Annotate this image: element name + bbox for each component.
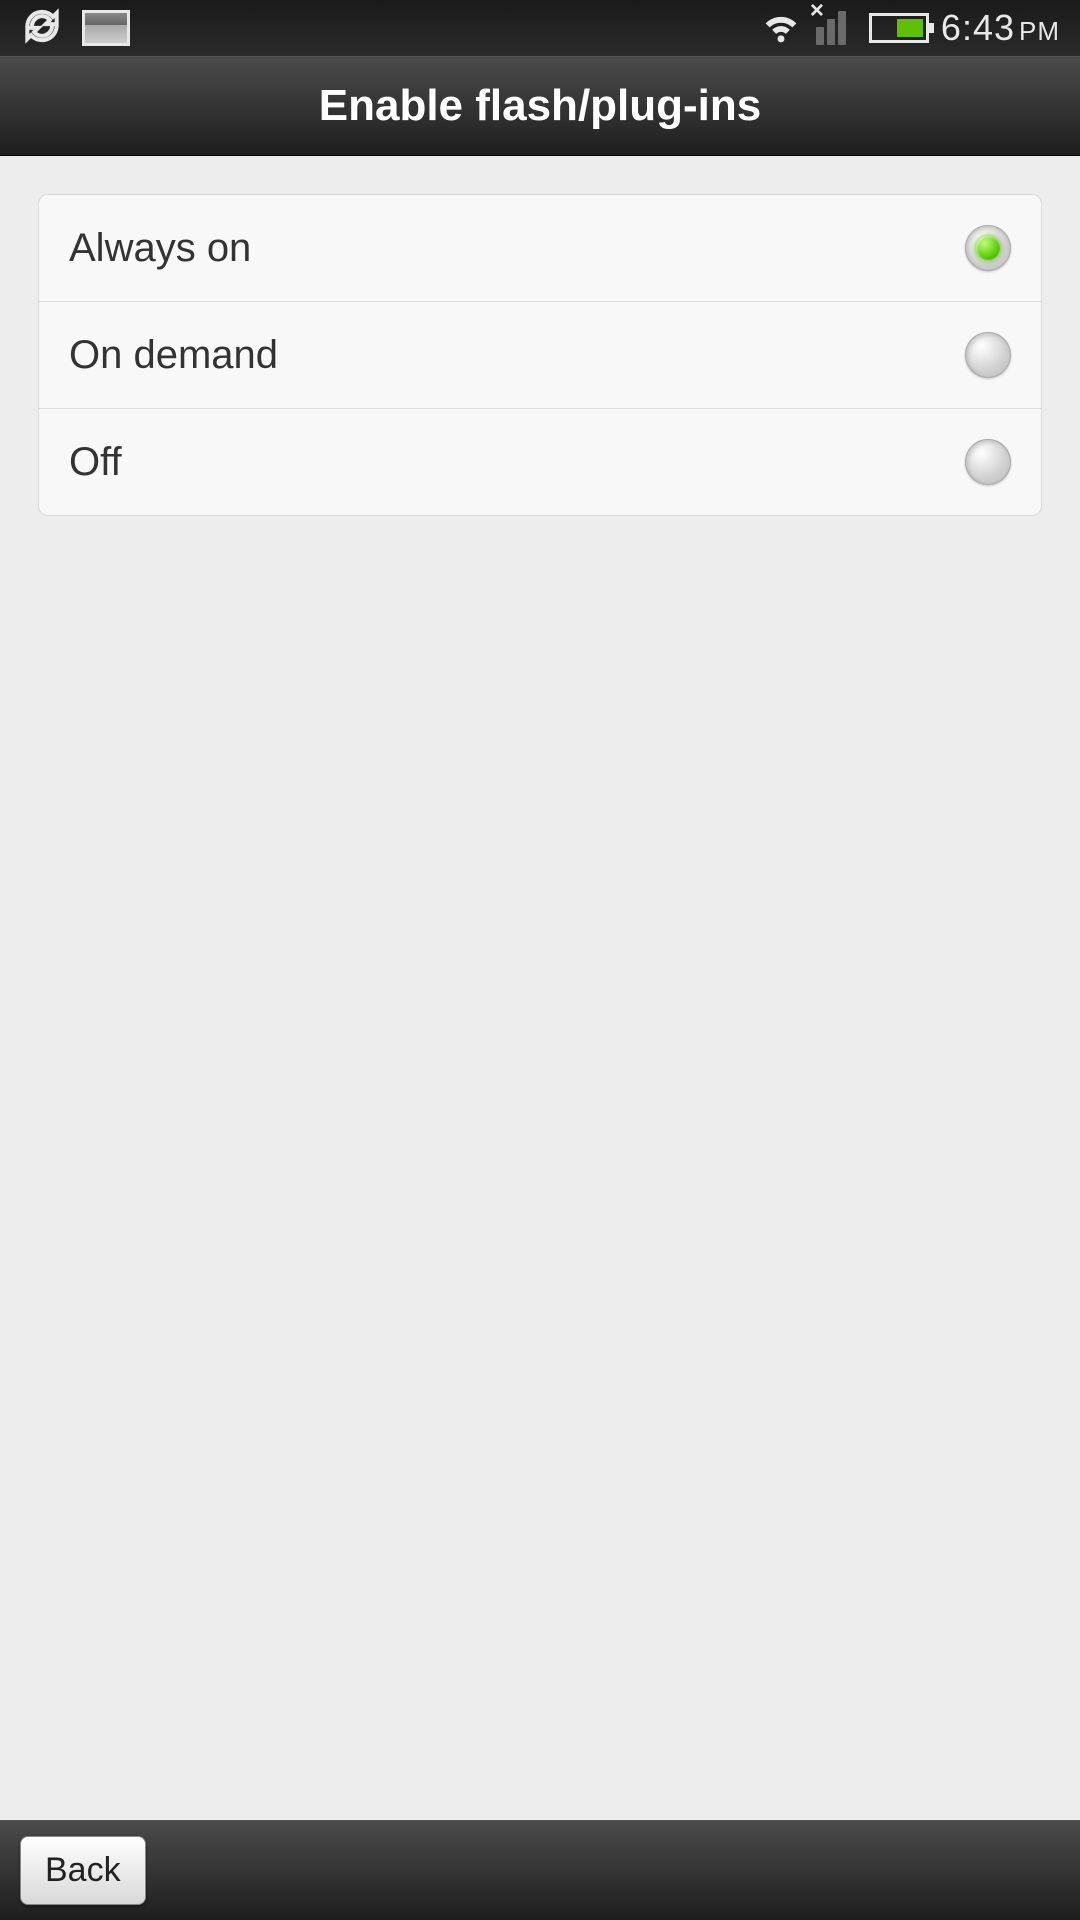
- status-right-group: × 6:43PM: [758, 3, 1060, 54]
- back-button[interactable]: Back: [20, 1836, 146, 1905]
- title-bar: Enable flash/plug-ins: [0, 56, 1080, 156]
- content-area: Always on On demand Off: [0, 156, 1080, 1820]
- battery-icon: [869, 13, 929, 43]
- option-label: On demand: [69, 333, 278, 378]
- option-on-demand[interactable]: On demand: [39, 302, 1041, 409]
- option-label: Off: [69, 440, 122, 485]
- clock-ampm: PM: [1019, 16, 1060, 46]
- no-signal-icon: ×: [810, 0, 824, 25]
- clock-time: 6:43: [941, 7, 1015, 48]
- option-label: Always on: [69, 226, 251, 271]
- status-time: 6:43PM: [941, 7, 1060, 49]
- option-off[interactable]: Off: [39, 409, 1041, 515]
- wifi-icon: [758, 3, 804, 54]
- option-always-on[interactable]: Always on: [39, 195, 1041, 302]
- option-list: Always on On demand Off: [38, 194, 1042, 516]
- signal-icon: ×: [816, 11, 857, 45]
- sync-icon: [20, 4, 64, 53]
- page-title: Enable flash/plug-ins: [319, 81, 762, 131]
- radio-icon[interactable]: [965, 225, 1011, 271]
- status-bar: × 6:43PM: [0, 0, 1080, 56]
- radio-icon[interactable]: [965, 332, 1011, 378]
- radio-icon[interactable]: [965, 439, 1011, 485]
- bottom-bar: Back: [0, 1820, 1080, 1920]
- picture-icon: [82, 10, 130, 46]
- status-left-group: [20, 4, 130, 53]
